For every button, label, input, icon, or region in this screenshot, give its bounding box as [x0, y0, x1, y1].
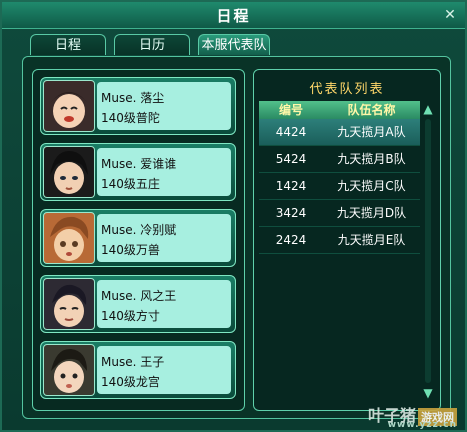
team-list-scrollbar[interactable]: ▲ ▼	[420, 101, 436, 401]
member-name: Muse. 爱谁谁	[101, 157, 177, 171]
column-header-id: 编号	[278, 103, 303, 117]
scroll-track[interactable]	[425, 119, 431, 383]
member-info: Muse. 爱谁谁 140级五庄	[97, 148, 231, 196]
watermark-url: www.yzz.cn	[387, 420, 457, 430]
member-level-school: 140级普陀	[101, 111, 160, 125]
table-row[interactable]: 1424 九天揽月C队	[259, 173, 420, 200]
team-list-panel: 代表队列表 编号 队伍名称 4424 九天揽月A队 5424 九天揽月B队 14…	[253, 69, 441, 411]
member-card[interactable]: Muse. 爱谁谁 140级五庄	[40, 143, 236, 201]
member-card[interactable]: Muse. 冷别赋 140级万兽	[40, 209, 236, 267]
member-card[interactable]: Muse. 王子 140级龙宫	[40, 341, 236, 399]
team-id: 3424	[275, 206, 307, 220]
avatar	[43, 278, 95, 330]
member-panel: Muse. 落尘 140级普陀 Muse. 爱谁谁 140级五庄 Muse. 冷…	[32, 69, 245, 411]
avatar	[43, 212, 95, 264]
tab-server-team[interactable]: 本服代表队	[198, 34, 270, 55]
member-card[interactable]: Muse. 风之王 140级方寸	[40, 275, 236, 333]
member-info: Muse. 落尘 140级普陀	[97, 82, 231, 130]
tab-calendar[interactable]: 日历	[114, 34, 190, 55]
member-level-school: 140级方寸	[101, 309, 160, 323]
table-row[interactable]: 3424 九天揽月D队	[259, 200, 420, 227]
scroll-down-icon[interactable]: ▼	[420, 385, 436, 401]
member-name: Muse. 王子	[101, 355, 165, 369]
member-level-school: 140级万兽	[101, 243, 160, 257]
table-row[interactable]: 2424 九天揽月E队	[259, 227, 420, 254]
table-row[interactable]: 5424 九天揽月B队	[259, 146, 420, 173]
column-header-team-name: 队伍名称	[347, 103, 396, 117]
window-title: 日程	[216, 7, 251, 25]
member-name: Muse. 冷别赋	[101, 223, 177, 237]
team-name: 九天揽月D队	[336, 206, 407, 220]
schedule-window: 日程 ✕ 日程 日历 本服代表队 Muse. 落尘 140级普陀 Muse. 爱…	[0, 0, 467, 432]
site-watermark: 叶子猪 游戏网 www.yzz.cn	[368, 402, 457, 430]
scroll-up-icon[interactable]: ▲	[420, 101, 436, 117]
avatar	[43, 80, 95, 132]
member-info: Muse. 冷别赋 140级万兽	[97, 214, 231, 262]
close-icon[interactable]: ✕	[441, 6, 459, 24]
team-name: 九天揽月A队	[337, 125, 406, 139]
team-name: 九天揽月E队	[337, 233, 406, 247]
tab-schedule[interactable]: 日程	[30, 34, 106, 55]
member-level-school: 140级五庄	[101, 177, 160, 191]
team-list-title: 代表队列表	[309, 82, 385, 97]
avatar	[43, 344, 95, 396]
member-info: Muse. 风之王 140级方寸	[97, 280, 231, 328]
avatar	[43, 146, 95, 198]
team-id: 1424	[275, 179, 307, 193]
team-list-header: 编号 队伍名称	[259, 101, 420, 119]
team-id: 4424	[275, 125, 307, 139]
title-bar: 日程 ✕	[2, 2, 465, 29]
table-row[interactable]: 4424 九天揽月A队	[259, 119, 420, 146]
member-card[interactable]: Muse. 落尘 140级普陀	[40, 77, 236, 135]
team-name: 九天揽月C队	[337, 179, 406, 193]
member-name: Muse. 落尘	[101, 91, 165, 105]
member-name: Muse. 风之王	[101, 289, 177, 303]
member-level-school: 140级龙宫	[101, 375, 160, 389]
member-info: Muse. 王子 140级龙宫	[97, 346, 231, 394]
team-id: 5424	[275, 152, 307, 166]
team-id: 2424	[275, 233, 307, 247]
team-name: 九天揽月B队	[337, 152, 406, 166]
